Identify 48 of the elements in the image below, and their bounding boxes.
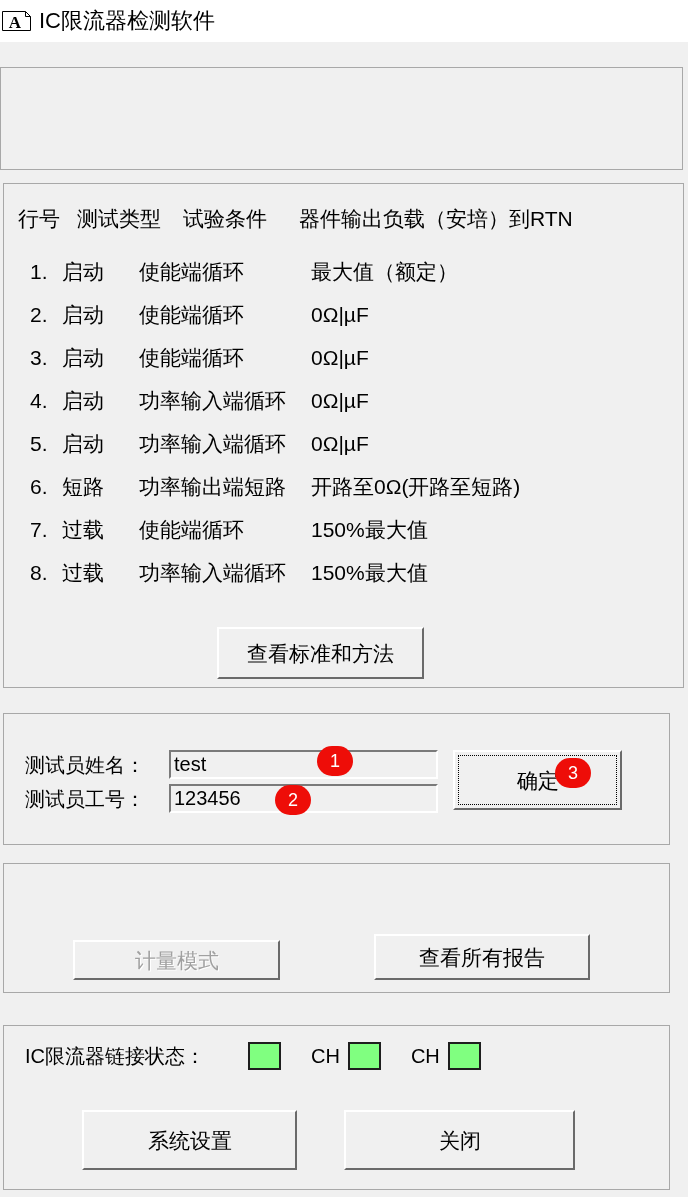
column-header: 试验条件 <box>183 207 267 229</box>
test-condition: 使能端循环 <box>139 261 245 282</box>
test-condition: 使能端循环 <box>139 304 245 325</box>
row-number: 1. <box>30 261 49 282</box>
row-number: 6. <box>30 476 49 497</box>
output-load: 150%最大值 <box>311 519 428 540</box>
annotation-marker: 1 <box>317 746 353 776</box>
status-label: IC限流器链接状态： <box>25 1046 206 1066</box>
test-condition: 功率输出端短路 <box>139 476 287 497</box>
channel-label: CH <box>311 1046 340 1066</box>
column-header: 行号 <box>18 207 60 229</box>
test-type: 启动 <box>62 390 105 411</box>
output-load: 最大值（额定） <box>311 261 458 282</box>
test-type: 启动 <box>62 261 105 282</box>
field-label: 测试员工号： <box>25 788 146 809</box>
output-load: 0Ω|µF <box>311 304 369 325</box>
channel-label: CH <box>410 1046 440 1066</box>
test-condition: 功率输入端循环 <box>139 390 287 411</box>
output-load: 0Ω|µF <box>311 347 369 368</box>
close-button[interactable]: 关闭 <box>344 1110 575 1170</box>
test-type: 启动 <box>62 304 105 325</box>
test-type: 过载 <box>62 562 105 583</box>
test-type: 过载 <box>62 519 105 540</box>
row-number: 7. <box>30 519 49 540</box>
row-number: 5. <box>30 433 49 454</box>
field-label: 测试员姓名： <box>25 754 146 775</box>
view-standards-button[interactable]: 查看标准和方法 <box>217 627 424 679</box>
test-type: 短路 <box>62 476 105 497</box>
output-load: 150%最大值 <box>311 562 428 583</box>
test-condition: 功率输入端循环 <box>139 433 287 454</box>
view-reports-button[interactable]: 查看所有报告 <box>374 934 590 980</box>
row-number: 8. <box>30 562 49 583</box>
column-header: 器件输出负载（安培）到RTN <box>299 207 573 229</box>
row-number: 3. <box>30 347 49 368</box>
window-title: IC限流器检测软件 <box>39 10 215 32</box>
test-type: 启动 <box>62 347 105 368</box>
test-type: 启动 <box>62 433 105 454</box>
test-condition: 功率输入端循环 <box>139 562 287 583</box>
row-number: 4. <box>30 390 49 411</box>
row-number: 2. <box>30 304 49 325</box>
test-condition: 使能端循环 <box>139 519 245 540</box>
system-settings-button[interactable]: 系统设置 <box>82 1110 297 1170</box>
output-load: 0Ω|µF <box>311 433 369 454</box>
test-condition: 使能端循环 <box>139 347 245 368</box>
output-load: 0Ω|µF <box>311 390 369 411</box>
output-load: 开路至0Ω(开路至短路) <box>311 476 521 497</box>
column-header: 测试类型 <box>77 207 161 229</box>
app-icon: A <box>2 11 31 31</box>
